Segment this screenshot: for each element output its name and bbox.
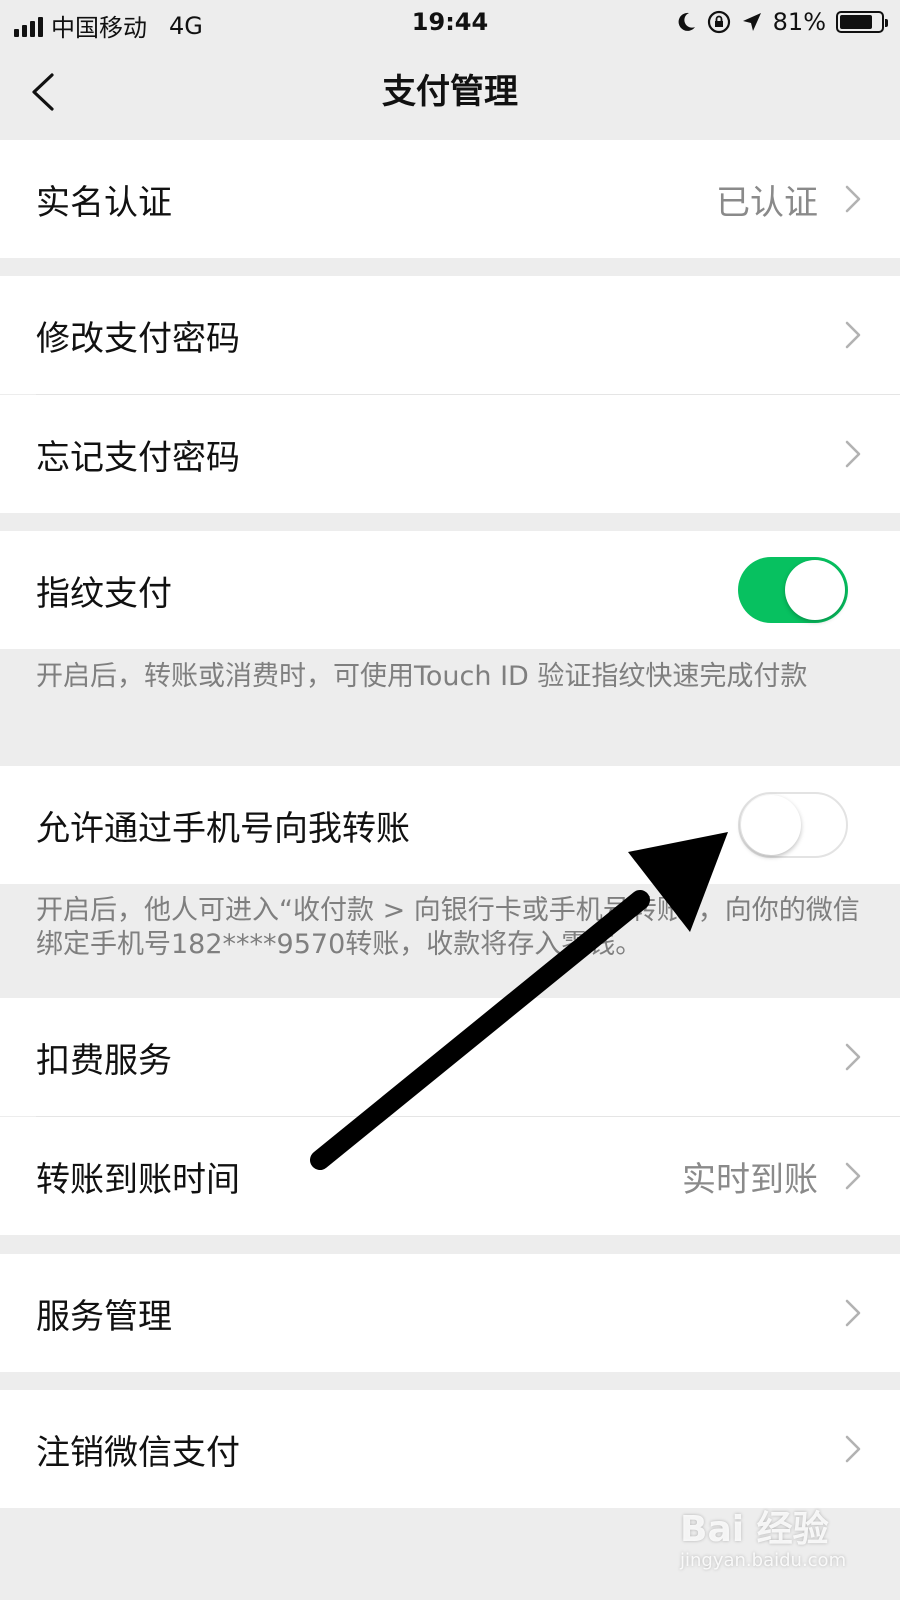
row-change-password[interactable]: 修改支付密码: [0, 276, 900, 394]
watermark-logo: Bai 经验: [680, 1509, 829, 1550]
chevron-right-icon: [845, 1435, 861, 1463]
chevron-right-icon: [845, 1043, 861, 1071]
chevron-right-icon: [845, 1162, 861, 1190]
fingerprint-toggle[interactable]: [738, 557, 848, 623]
chevron-right-icon: [845, 185, 861, 213]
status-bar: 中国移动 4G 19:44 81%: [0, 0, 900, 44]
row-value: 已认证: [716, 182, 818, 223]
row-value: 实时到账: [682, 1159, 818, 1200]
row-label: 忘记支付密码: [36, 437, 240, 478]
row-fingerprint-pay: 指纹支付: [0, 531, 900, 649]
row-cancel-pay[interactable]: 注销微信支付: [0, 1390, 900, 1508]
page-title: 支付管理: [382, 72, 518, 112]
row-label: 转账到账时间: [36, 1159, 240, 1200]
chevron-right-icon: [845, 440, 861, 468]
row-service-manage[interactable]: 服务管理: [0, 1254, 900, 1372]
moon-icon: [678, 12, 695, 31]
nav-bar: 支付管理: [0, 44, 900, 140]
row-label: 实名认证: [36, 182, 172, 223]
row-label: 允许通过手机号向我转账: [36, 808, 410, 849]
fingerprint-description: 开启后，转账或消费时，可使用Touch ID 验证指纹快速完成付款: [36, 661, 808, 692]
phone-transfer-description: 开启后，他人可进入“收付款 > 向银行卡或手机号转账”，向你的微信绑定手机号18…: [36, 895, 860, 960]
chevron-right-icon: [845, 321, 861, 349]
location-icon: [742, 13, 761, 31]
row-arrival-time[interactable]: 转账到账时间 实时到账: [0, 1117, 900, 1235]
phone-transfer-toggle[interactable]: [738, 792, 848, 858]
status-right: 81%: [675, 8, 888, 36]
baidu-watermark: Bai 经验 jingyan.baidu.com: [680, 1500, 860, 1580]
row-label: 修改支付密码: [36, 318, 240, 359]
toggle-knob: [741, 795, 801, 855]
row-label: 扣费服务: [36, 1040, 172, 1081]
row-deduction-service[interactable]: 扣费服务: [0, 998, 900, 1116]
row-label: 注销微信支付: [36, 1432, 240, 1473]
row-phone-transfer: 允许通过手机号向我转账: [0, 766, 900, 884]
row-real-name[interactable]: 实名认证 已认证: [0, 140, 900, 258]
chevron-left-icon: [32, 73, 54, 111]
back-button[interactable]: [28, 66, 84, 118]
row-forgot-password[interactable]: 忘记支付密码: [0, 395, 900, 513]
row-label: 指纹支付: [36, 573, 172, 614]
watermark-url: jingyan.baidu.com: [680, 1550, 847, 1571]
rotation-lock-icon: [707, 10, 730, 34]
battery-icon: [836, 11, 888, 33]
battery-percent: 81%: [772, 8, 826, 36]
chevron-right-icon: [845, 1299, 861, 1327]
toggle-knob: [785, 560, 845, 620]
row-label: 服务管理: [36, 1296, 172, 1337]
